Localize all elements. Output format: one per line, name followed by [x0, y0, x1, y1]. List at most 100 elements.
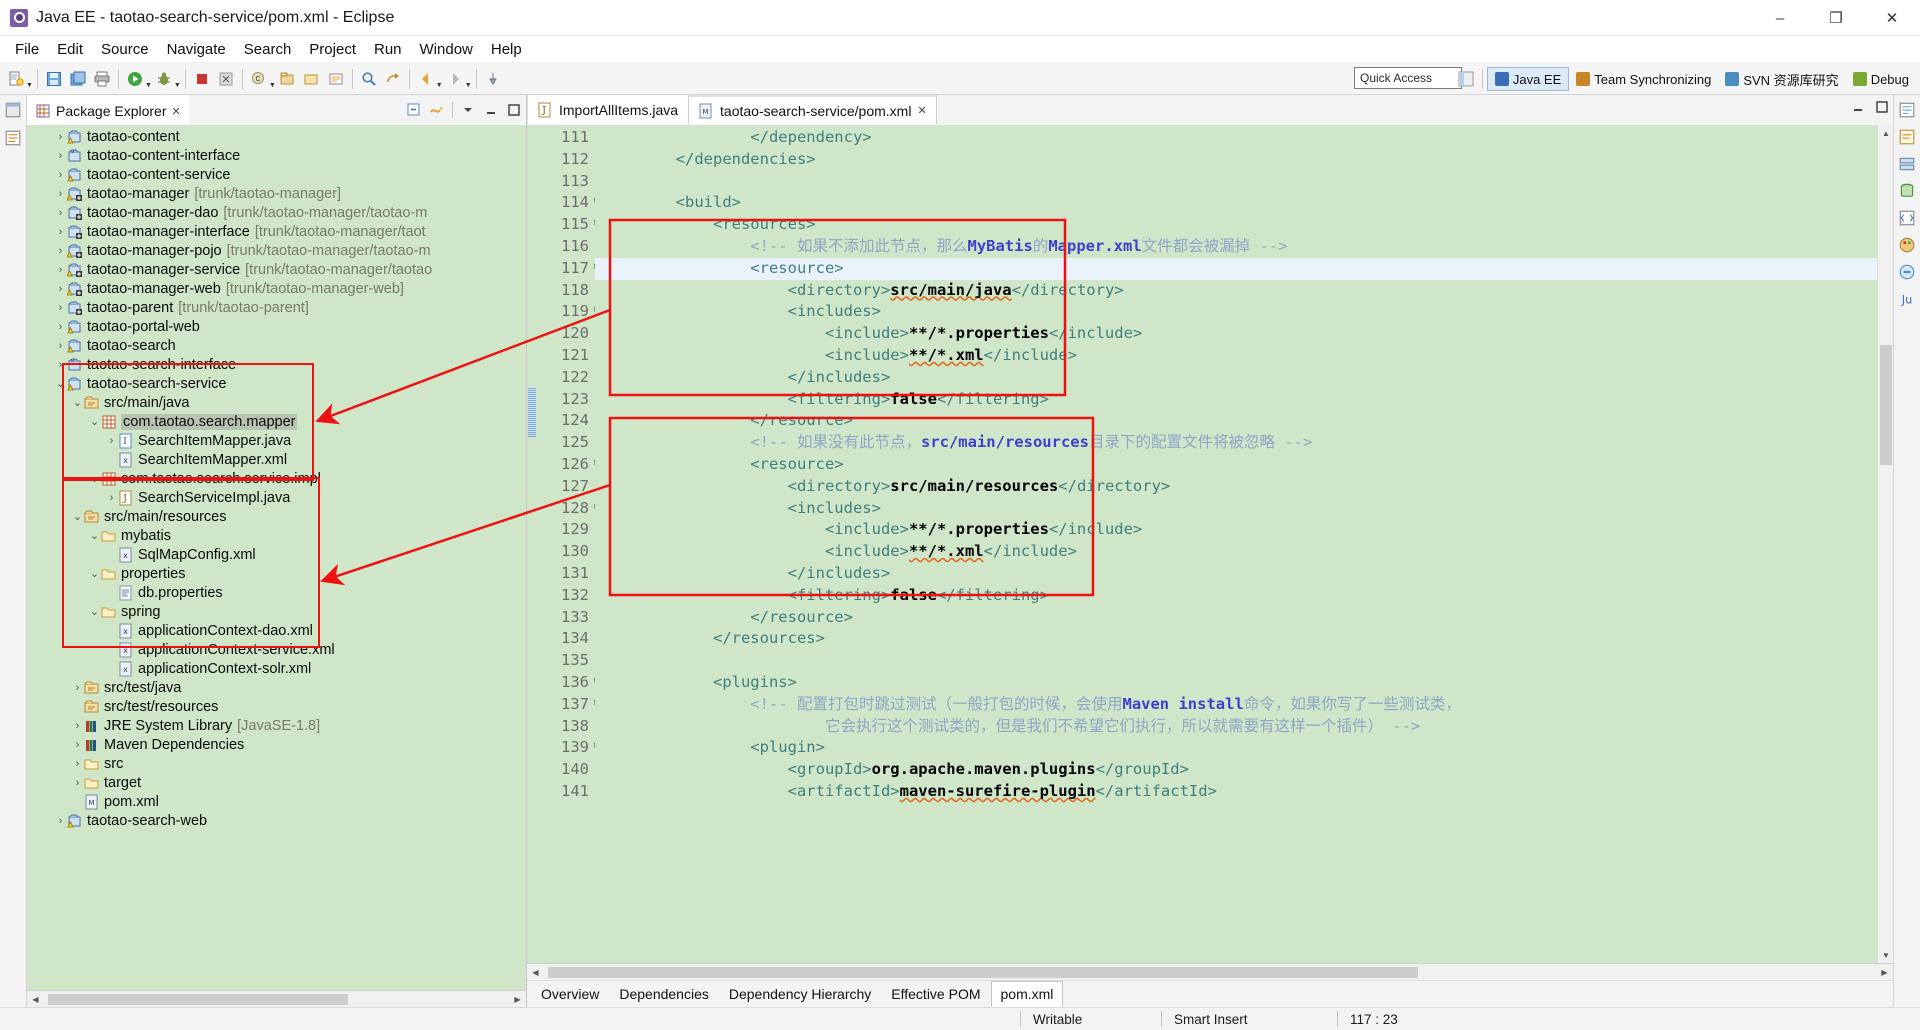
editor-horizontal-scrollbar[interactable]: ◀ ▶ — [527, 963, 1893, 980]
code-line[interactable]: <directory>src/main/resources</directory… — [595, 476, 1893, 498]
debug-icon[interactable] — [153, 67, 175, 91]
tree-item[interactable]: x SqlMapConfig.xml — [27, 545, 526, 564]
close-icon[interactable]: ✕ — [917, 104, 926, 117]
chevron-right-icon[interactable]: › — [54, 359, 67, 371]
code-line[interactable]: </includes> — [595, 367, 1893, 389]
new-icon[interactable] — [5, 67, 27, 91]
code-line[interactable]: </includes> — [595, 563, 1893, 585]
chevron-down-icon[interactable]: ⌄ — [71, 396, 84, 409]
code-line[interactable]: <includes> — [595, 498, 1893, 520]
tree-item[interactable]: ⌄ src/main/java — [27, 393, 526, 412]
chevron-right-icon[interactable]: › — [71, 777, 84, 789]
chevron-down-icon[interactable]: ⌄ — [71, 510, 84, 523]
tree-item[interactable]: › taotao-manager-pojo [trunk/taotao-manage… — [27, 241, 526, 260]
tree-item[interactable]: ⌄ properties — [27, 564, 526, 583]
menu-navigate[interactable]: Navigate — [158, 39, 235, 60]
code-line[interactable]: </dependencies> — [595, 149, 1893, 171]
chevron-right-icon[interactable]: › — [54, 226, 67, 238]
snippets-rail-icon[interactable] — [1898, 209, 1916, 227]
chevron-right-icon[interactable]: › — [54, 245, 67, 257]
code-text[interactable]: </dependency> </dependencies> <build> <r… — [595, 125, 1893, 963]
chevron-right-icon[interactable]: › — [71, 739, 84, 751]
code-line[interactable]: <!-- 如果不添加此节点，那么MyBatis的Mapper.xml文件都会被漏… — [595, 236, 1893, 258]
tree-item[interactable]: ⌄ com.taotao.search.service.impl — [27, 469, 526, 488]
scroll-left-icon[interactable]: ◀ — [527, 964, 544, 980]
run-dropdown-icon[interactable]: ▼ — [145, 82, 152, 94]
menu-edit[interactable]: Edit — [48, 39, 92, 60]
tree-item[interactable]: › taotao-portal-web — [27, 317, 526, 336]
code-line[interactable]: <resource> — [595, 257, 1893, 280]
code-line[interactable]: <!-- 配置打包时跳过测试（一般打包的时候，会使用Maven install命… — [595, 694, 1893, 716]
code-line[interactable] — [595, 650, 1893, 672]
stop-icon[interactable] — [191, 67, 213, 91]
code-line[interactable]: </dependency> — [595, 127, 1893, 149]
tree-item[interactable]: › taotao-manager [trunk/taotao-manager] — [27, 184, 526, 203]
print-icon[interactable] — [91, 67, 113, 91]
perspective-team-synchronizing[interactable]: Team Synchronizing — [1569, 67, 1718, 91]
menu-help[interactable]: Help — [482, 39, 531, 60]
tree-item[interactable]: x applicationContext-solr.xml — [27, 659, 526, 678]
new-folder-icon[interactable] — [301, 67, 323, 91]
tree-item[interactable]: › J SearchServiceImpl.java — [27, 488, 526, 507]
maximize-icon[interactable] — [1874, 99, 1890, 115]
chevron-right-icon[interactable]: › — [54, 207, 67, 219]
close-button[interactable]: ✕ — [1864, 0, 1920, 36]
code-line[interactable]: <resources> — [595, 214, 1893, 236]
last-edit-icon[interactable] — [382, 67, 404, 91]
chevron-right-icon[interactable]: › — [54, 169, 67, 181]
pom-page-tab-dependency-hierarchy[interactable]: Dependency Hierarchy — [719, 981, 881, 1007]
pom-page-tab-dependencies[interactable]: Dependencies — [609, 981, 719, 1007]
svn-rail-icon[interactable] — [1898, 263, 1916, 281]
editor-scroll-thumb[interactable] — [1880, 345, 1892, 465]
terminate-icon[interactable] — [215, 67, 237, 91]
tree-item[interactable]: ⌄ taotao-search-service — [27, 374, 526, 393]
chevron-right-icon[interactable]: › — [54, 150, 67, 162]
code-line[interactable]: </resource> — [595, 607, 1893, 629]
pin-editor-icon[interactable] — [482, 67, 504, 91]
open-perspective-icon[interactable] — [1455, 67, 1477, 91]
editor-hscroll-thumb[interactable] — [548, 967, 1418, 978]
tree-item[interactable]: › I SearchItemMapper.java — [27, 431, 526, 450]
code-line[interactable]: <resource> — [595, 454, 1893, 476]
forward-icon[interactable] — [444, 67, 466, 91]
tree-item[interactable]: › src/test/java — [27, 678, 526, 697]
chevron-down-icon[interactable]: ⌄ — [88, 415, 101, 428]
debug-dropdown-icon[interactable]: ▼ — [174, 82, 181, 94]
chevron-down-icon[interactable]: ⌄ — [88, 472, 101, 485]
code-line[interactable]: <!-- 如果没有此节点，src/main/resources目录下的配置文件将… — [595, 432, 1893, 454]
scroll-right-icon[interactable]: ▶ — [509, 991, 526, 1007]
tree-item[interactable]: › taotao-content-service — [27, 165, 526, 184]
code-line[interactable]: <plugin> — [595, 737, 1893, 759]
junit-rail-icon[interactable]: Ju — [1898, 290, 1916, 308]
tree-item[interactable]: x applicationContext-dao.xml — [27, 621, 526, 640]
chevron-right-icon[interactable]: › — [54, 264, 67, 276]
maximize-icon[interactable] — [506, 102, 522, 118]
menu-search[interactable]: Search — [235, 39, 301, 60]
chevron-right-icon[interactable]: › — [71, 682, 84, 694]
open-type-icon[interactable] — [325, 67, 347, 91]
view-menu-icon[interactable] — [460, 102, 476, 118]
tree-item[interactable]: › JRE System Library [JavaSE-1.8] — [27, 716, 526, 735]
code-line[interactable]: <artifactId>maven-surefire-plugin</artif… — [595, 781, 1893, 803]
restore-icon[interactable] — [4, 101, 22, 119]
new-package-icon[interactable] — [277, 67, 299, 91]
tree-item[interactable]: › target — [27, 773, 526, 792]
tree-item[interactable]: › Mtaotao-content-interface — [27, 146, 526, 165]
scroll-down-icon[interactable]: ▼ — [1878, 947, 1893, 963]
scroll-up-icon[interactable]: ▲ — [1878, 125, 1893, 141]
code-line[interactable]: <filtering>false</filtering> — [595, 389, 1893, 411]
chevron-right-icon[interactable]: › — [54, 302, 67, 314]
tree-item[interactable]: ⌄ com.taotao.search.mapper — [27, 412, 526, 431]
chevron-right-icon[interactable]: › — [54, 131, 67, 143]
tree-item[interactable]: › taotao-search-web — [27, 811, 526, 830]
scroll-right-icon[interactable]: ▶ — [1876, 964, 1893, 980]
chevron-right-icon[interactable]: › — [71, 758, 84, 770]
pom-page-tab-pom-xml[interactable]: pom.xml — [990, 981, 1064, 1007]
forward-dropdown-icon[interactable]: ▼ — [465, 82, 472, 94]
chevron-right-icon[interactable]: › — [54, 188, 67, 200]
editor-tab-importallitems-java[interactable]: J ImportAllItems.java — [527, 95, 689, 125]
chevron-right-icon[interactable]: › — [105, 492, 118, 504]
scroll-left-icon[interactable]: ◀ — [27, 991, 44, 1007]
package-explorer-rail-icon[interactable] — [4, 129, 22, 147]
code-line[interactable]: </resources> — [595, 628, 1893, 650]
